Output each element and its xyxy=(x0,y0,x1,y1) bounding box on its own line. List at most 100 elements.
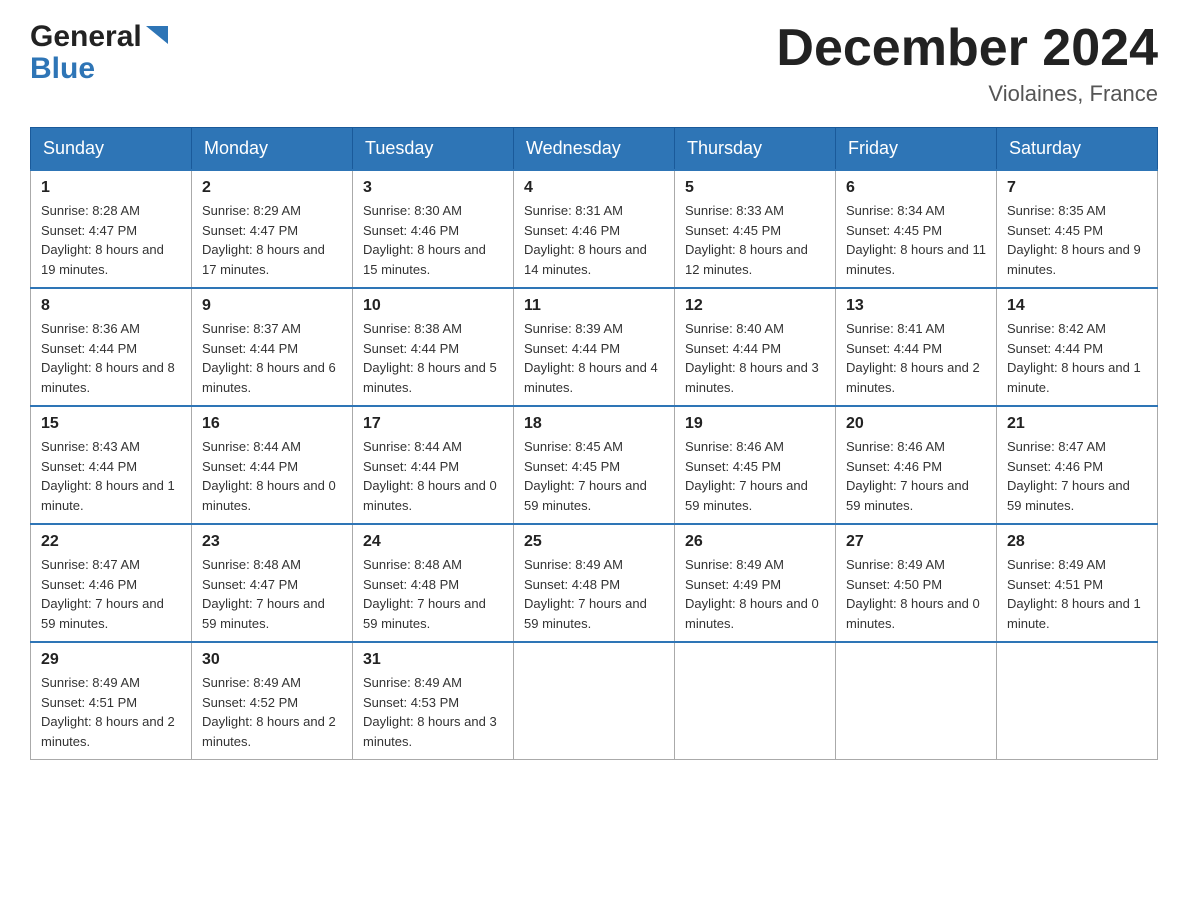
day-info: Sunrise: 8:28 AM Sunset: 4:47 PM Dayligh… xyxy=(41,201,181,279)
col-sunday: Sunday xyxy=(31,128,192,171)
day-info: Sunrise: 8:35 AM Sunset: 4:45 PM Dayligh… xyxy=(1007,201,1147,279)
day-number: 22 xyxy=(41,533,181,551)
day-number: 18 xyxy=(524,415,664,433)
col-wednesday: Wednesday xyxy=(514,128,675,171)
day-info: Sunrise: 8:47 AM Sunset: 4:46 PM Dayligh… xyxy=(41,555,181,633)
col-saturday: Saturday xyxy=(997,128,1158,171)
day-number: 9 xyxy=(202,297,342,315)
day-number: 14 xyxy=(1007,297,1147,315)
logo: General Blue xyxy=(30,20,168,84)
day-info: Sunrise: 8:46 AM Sunset: 4:45 PM Dayligh… xyxy=(685,437,825,515)
calendar-week-3: 15 Sunrise: 8:43 AM Sunset: 4:44 PM Dayl… xyxy=(31,406,1158,524)
day-number: 26 xyxy=(685,533,825,551)
day-number: 15 xyxy=(41,415,181,433)
day-info: Sunrise: 8:43 AM Sunset: 4:44 PM Dayligh… xyxy=(41,437,181,515)
calendar-week-1: 1 Sunrise: 8:28 AM Sunset: 4:47 PM Dayli… xyxy=(31,170,1158,288)
day-number: 20 xyxy=(846,415,986,433)
day-info: Sunrise: 8:45 AM Sunset: 4:45 PM Dayligh… xyxy=(524,437,664,515)
calendar-header-row: Sunday Monday Tuesday Wednesday Thursday… xyxy=(31,128,1158,171)
calendar-day-11: 11 Sunrise: 8:39 AM Sunset: 4:44 PM Dayl… xyxy=(514,288,675,406)
day-info: Sunrise: 8:49 AM Sunset: 4:51 PM Dayligh… xyxy=(41,673,181,751)
calendar-day-22: 22 Sunrise: 8:47 AM Sunset: 4:46 PM Dayl… xyxy=(31,524,192,642)
calendar-day-18: 18 Sunrise: 8:45 AM Sunset: 4:45 PM Dayl… xyxy=(514,406,675,524)
day-number: 7 xyxy=(1007,179,1147,197)
calendar-day-12: 12 Sunrise: 8:40 AM Sunset: 4:44 PM Dayl… xyxy=(675,288,836,406)
calendar-table: Sunday Monday Tuesday Wednesday Thursday… xyxy=(30,127,1158,760)
day-info: Sunrise: 8:31 AM Sunset: 4:46 PM Dayligh… xyxy=(524,201,664,279)
calendar-day-27: 27 Sunrise: 8:49 AM Sunset: 4:50 PM Dayl… xyxy=(836,524,997,642)
day-number: 13 xyxy=(846,297,986,315)
page-header: General Blue December 2024 Violaines, Fr… xyxy=(30,20,1158,107)
day-number: 11 xyxy=(524,297,664,315)
day-number: 4 xyxy=(524,179,664,197)
calendar-day-14: 14 Sunrise: 8:42 AM Sunset: 4:44 PM Dayl… xyxy=(997,288,1158,406)
day-info: Sunrise: 8:44 AM Sunset: 4:44 PM Dayligh… xyxy=(363,437,503,515)
col-friday: Friday xyxy=(836,128,997,171)
day-number: 12 xyxy=(685,297,825,315)
logo-blue-text: Blue xyxy=(30,52,95,85)
title-area: December 2024 Violaines, France xyxy=(776,20,1158,107)
day-info: Sunrise: 8:29 AM Sunset: 4:47 PM Dayligh… xyxy=(202,201,342,279)
calendar-day-3: 3 Sunrise: 8:30 AM Sunset: 4:46 PM Dayli… xyxy=(353,170,514,288)
calendar-week-2: 8 Sunrise: 8:36 AM Sunset: 4:44 PM Dayli… xyxy=(31,288,1158,406)
day-info: Sunrise: 8:49 AM Sunset: 4:48 PM Dayligh… xyxy=(524,555,664,633)
calendar-day-21: 21 Sunrise: 8:47 AM Sunset: 4:46 PM Dayl… xyxy=(997,406,1158,524)
day-number: 28 xyxy=(1007,533,1147,551)
day-number: 5 xyxy=(685,179,825,197)
day-info: Sunrise: 8:33 AM Sunset: 4:45 PM Dayligh… xyxy=(685,201,825,279)
calendar-day-1: 1 Sunrise: 8:28 AM Sunset: 4:47 PM Dayli… xyxy=(31,170,192,288)
day-info: Sunrise: 8:30 AM Sunset: 4:46 PM Dayligh… xyxy=(363,201,503,279)
day-number: 16 xyxy=(202,415,342,433)
day-number: 27 xyxy=(846,533,986,551)
day-number: 10 xyxy=(363,297,503,315)
month-title: December 2024 xyxy=(776,20,1158,77)
day-info: Sunrise: 8:49 AM Sunset: 4:50 PM Dayligh… xyxy=(846,555,986,633)
calendar-day-15: 15 Sunrise: 8:43 AM Sunset: 4:44 PM Dayl… xyxy=(31,406,192,524)
calendar-day-25: 25 Sunrise: 8:49 AM Sunset: 4:48 PM Dayl… xyxy=(514,524,675,642)
day-number: 6 xyxy=(846,179,986,197)
calendar-day-4: 4 Sunrise: 8:31 AM Sunset: 4:46 PM Dayli… xyxy=(514,170,675,288)
day-number: 3 xyxy=(363,179,503,197)
calendar-day-5: 5 Sunrise: 8:33 AM Sunset: 4:45 PM Dayli… xyxy=(675,170,836,288)
logo-arrow-icon xyxy=(146,26,168,49)
calendar-day-26: 26 Sunrise: 8:49 AM Sunset: 4:49 PM Dayl… xyxy=(675,524,836,642)
day-number: 1 xyxy=(41,179,181,197)
calendar-day-19: 19 Sunrise: 8:46 AM Sunset: 4:45 PM Dayl… xyxy=(675,406,836,524)
calendar-empty-cell xyxy=(836,642,997,760)
day-info: Sunrise: 8:49 AM Sunset: 4:52 PM Dayligh… xyxy=(202,673,342,751)
calendar-day-30: 30 Sunrise: 8:49 AM Sunset: 4:52 PM Dayl… xyxy=(192,642,353,760)
calendar-day-7: 7 Sunrise: 8:35 AM Sunset: 4:45 PM Dayli… xyxy=(997,170,1158,288)
calendar-day-28: 28 Sunrise: 8:49 AM Sunset: 4:51 PM Dayl… xyxy=(997,524,1158,642)
calendar-day-23: 23 Sunrise: 8:48 AM Sunset: 4:47 PM Dayl… xyxy=(192,524,353,642)
day-number: 31 xyxy=(363,651,503,669)
day-info: Sunrise: 8:49 AM Sunset: 4:51 PM Dayligh… xyxy=(1007,555,1147,633)
day-info: Sunrise: 8:48 AM Sunset: 4:47 PM Dayligh… xyxy=(202,555,342,633)
day-info: Sunrise: 8:46 AM Sunset: 4:46 PM Dayligh… xyxy=(846,437,986,515)
calendar-day-16: 16 Sunrise: 8:44 AM Sunset: 4:44 PM Dayl… xyxy=(192,406,353,524)
day-number: 23 xyxy=(202,533,342,551)
calendar-day-13: 13 Sunrise: 8:41 AM Sunset: 4:44 PM Dayl… xyxy=(836,288,997,406)
col-monday: Monday xyxy=(192,128,353,171)
calendar-day-6: 6 Sunrise: 8:34 AM Sunset: 4:45 PM Dayli… xyxy=(836,170,997,288)
day-info: Sunrise: 8:36 AM Sunset: 4:44 PM Dayligh… xyxy=(41,319,181,397)
calendar-day-31: 31 Sunrise: 8:49 AM Sunset: 4:53 PM Dayl… xyxy=(353,642,514,760)
day-number: 24 xyxy=(363,533,503,551)
calendar-day-24: 24 Sunrise: 8:48 AM Sunset: 4:48 PM Dayl… xyxy=(353,524,514,642)
day-info: Sunrise: 8:47 AM Sunset: 4:46 PM Dayligh… xyxy=(1007,437,1147,515)
day-info: Sunrise: 8:42 AM Sunset: 4:44 PM Dayligh… xyxy=(1007,319,1147,397)
calendar-day-20: 20 Sunrise: 8:46 AM Sunset: 4:46 PM Dayl… xyxy=(836,406,997,524)
calendar-day-29: 29 Sunrise: 8:49 AM Sunset: 4:51 PM Dayl… xyxy=(31,642,192,760)
calendar-day-17: 17 Sunrise: 8:44 AM Sunset: 4:44 PM Dayl… xyxy=(353,406,514,524)
day-info: Sunrise: 8:37 AM Sunset: 4:44 PM Dayligh… xyxy=(202,319,342,397)
calendar-day-9: 9 Sunrise: 8:37 AM Sunset: 4:44 PM Dayli… xyxy=(192,288,353,406)
day-number: 17 xyxy=(363,415,503,433)
calendar-day-8: 8 Sunrise: 8:36 AM Sunset: 4:44 PM Dayli… xyxy=(31,288,192,406)
location: Violaines, France xyxy=(776,81,1158,107)
day-number: 2 xyxy=(202,179,342,197)
day-info: Sunrise: 8:41 AM Sunset: 4:44 PM Dayligh… xyxy=(846,319,986,397)
day-info: Sunrise: 8:44 AM Sunset: 4:44 PM Dayligh… xyxy=(202,437,342,515)
calendar-empty-cell xyxy=(675,642,836,760)
day-info: Sunrise: 8:48 AM Sunset: 4:48 PM Dayligh… xyxy=(363,555,503,633)
calendar-empty-cell xyxy=(997,642,1158,760)
day-number: 30 xyxy=(202,651,342,669)
